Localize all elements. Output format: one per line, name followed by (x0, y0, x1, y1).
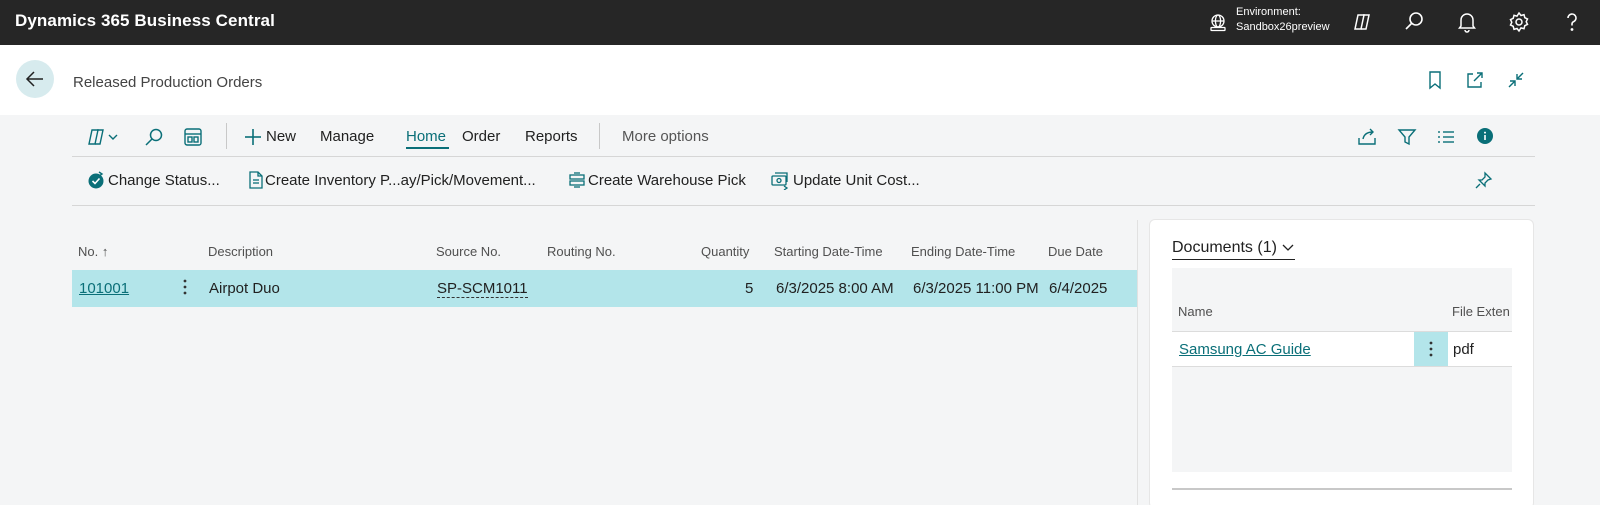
description-cell[interactable]: Airpot Duo (209, 280, 280, 297)
app-title[interactable]: Dynamics 365 Business Central (15, 11, 275, 31)
column-header-file-extension[interactable]: File Exten (1452, 304, 1510, 319)
row-actions-button[interactable] (180, 276, 190, 298)
document-icon (246, 170, 266, 190)
environment-name: Sandbox26preview (1236, 21, 1330, 33)
tab-home[interactable]: Home (406, 128, 446, 145)
change-status-button[interactable]: Change Status... (108, 172, 220, 194)
more-options-button[interactable]: More options (622, 128, 709, 145)
copilot-menu-icon[interactable] (86, 126, 122, 148)
column-header-description[interactable]: Description (208, 244, 273, 259)
tab-order[interactable]: Order (462, 128, 500, 145)
warehouse-pick-icon (567, 170, 587, 190)
table-row[interactable]: 101001 Airpot Duo SP-SCM1011 5 6/3/2025 … (72, 270, 1137, 307)
action-bar: New Manage Home Order Reports More optio… (72, 117, 1535, 157)
plus-icon[interactable] (244, 126, 262, 148)
create-inventory-button[interactable]: Create Inventory P...ay/Pick/Movement... (265, 172, 536, 194)
column-header-no[interactable]: No. ↑ (78, 244, 108, 259)
top-bar: Dynamics 365 Business Central Environmen… (0, 0, 1600, 45)
production-orders-list: No. ↑ Description Source No. Routing No.… (72, 220, 1137, 505)
globe-icon[interactable] (1207, 12, 1229, 34)
more-vertical-icon (1429, 341, 1433, 357)
column-header-routing-no[interactable]: Routing No. (547, 244, 616, 259)
new-button[interactable]: New (266, 128, 296, 145)
environment-label: Environment: (1236, 6, 1301, 18)
search-icon[interactable] (1402, 10, 1426, 34)
row-actions-button[interactable] (1414, 332, 1448, 366)
column-header-name[interactable]: Name (1178, 304, 1213, 319)
arrow-left-icon (25, 71, 43, 87)
help-icon[interactable] (1560, 10, 1584, 34)
promoted-actions: Change Status... Create Inventory P...ay… (72, 158, 1535, 206)
update-unit-cost-button[interactable]: Update Unit Cost... (793, 172, 920, 194)
due-date-cell[interactable]: 6/4/2025 (1049, 280, 1107, 297)
column-header-due-date[interactable]: Due Date (1048, 244, 1103, 259)
search-icon[interactable] (143, 126, 165, 148)
ending-date-time-cell[interactable]: 6/3/2025 11:00 PM (913, 280, 1039, 297)
column-label: No. (78, 244, 99, 259)
column-header-quantity[interactable]: Quantity (701, 244, 749, 259)
filter-icon[interactable] (1396, 126, 1418, 148)
bookmark-icon[interactable] (1424, 69, 1446, 91)
column-header-ending-date-time[interactable]: Ending Date-Time (911, 244, 1015, 259)
table-row[interactable]: Samsung AC Guide pdf (1172, 331, 1512, 367)
starting-date-time-cell[interactable]: 6/3/2025 8:00 AM (776, 280, 894, 297)
share-icon[interactable] (1356, 126, 1378, 148)
documents-factbox-title[interactable]: Documents (1) (1172, 239, 1296, 260)
quantity-cell[interactable]: 5 (745, 280, 753, 297)
more-vertical-icon (183, 279, 187, 295)
sort-ascending-icon: ↑ (101, 244, 109, 259)
info-icon[interactable] (1474, 126, 1496, 148)
page-header: Released Production Orders (0, 45, 1600, 115)
pane-divider[interactable] (1137, 220, 1138, 505)
source-no-cell[interactable]: SP-SCM1011 (437, 280, 528, 298)
document-name-link[interactable]: Samsung AC Guide (1179, 341, 1311, 358)
environment-info[interactable]: Environment: Sandbox26preview (1236, 5, 1330, 35)
separator (599, 123, 600, 149)
chevron-down-icon (1282, 244, 1294, 251)
column-header-starting-date-time[interactable]: Starting Date-Time (774, 244, 883, 259)
open-new-window-icon[interactable] (1464, 69, 1486, 91)
separator (226, 123, 227, 149)
list-view-icon[interactable] (1435, 126, 1457, 148)
pin-icon[interactable] (1474, 170, 1494, 190)
bell-icon[interactable] (1455, 10, 1479, 34)
change-status-icon (86, 170, 106, 190)
column-header-source-no[interactable]: Source No. (436, 244, 501, 259)
file-extension-cell[interactable]: pdf (1453, 341, 1474, 358)
documents-table: Name File Exten Samsung AC Guide pdf (1172, 268, 1512, 472)
copilot-icon[interactable] (1350, 10, 1374, 34)
collapse-icon[interactable] (1505, 69, 1527, 91)
documents-factbox: Documents (1) Name File Exten Samsung AC… (1149, 219, 1534, 505)
page-title: Released Production Orders (73, 74, 263, 91)
factbox-title-label: Documents (1) (1172, 239, 1277, 256)
tab-manage[interactable]: Manage (320, 128, 374, 145)
back-button[interactable] (16, 60, 54, 98)
factbox-divider (1172, 488, 1512, 490)
tab-reports[interactable]: Reports (525, 128, 578, 145)
order-no-link[interactable]: 101001 (79, 280, 129, 297)
layout-icon[interactable] (182, 126, 204, 148)
create-warehouse-pick-button[interactable]: Create Warehouse Pick (588, 172, 746, 194)
gear-icon[interactable] (1507, 10, 1531, 34)
active-tab-underline (406, 147, 449, 149)
update-cost-icon (770, 170, 790, 190)
